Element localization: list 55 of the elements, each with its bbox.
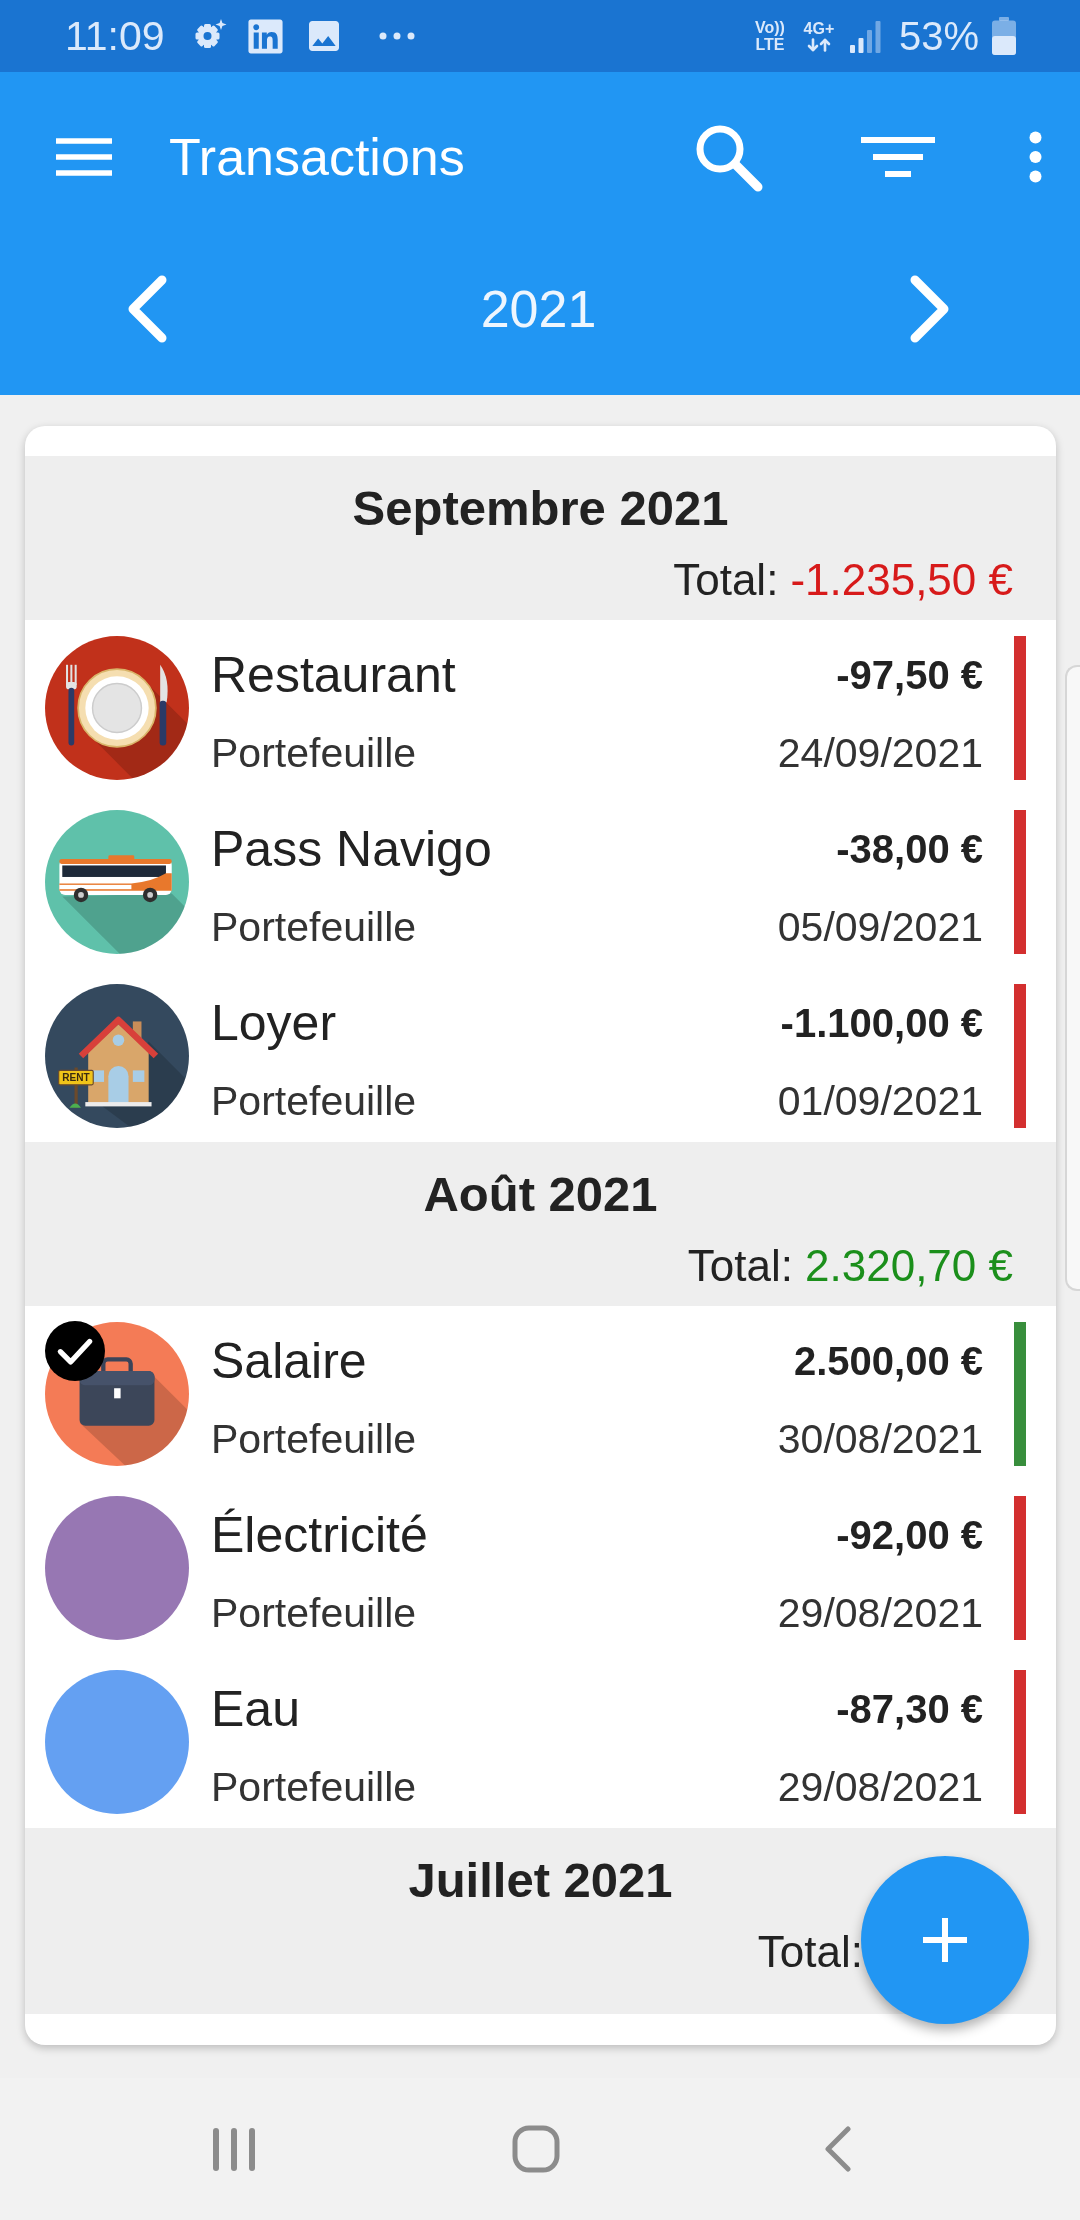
total-label: Total:: [673, 554, 779, 606]
transaction-name[interactable]: Salaire: [211, 1331, 367, 1391]
year-label: 2021: [480, 278, 597, 340]
screen-title: Transactions: [169, 127, 465, 188]
transaction-amount: -92,00 €: [836, 1512, 983, 1559]
transaction-date: 29/08/2021: [777, 1589, 983, 1638]
transaction-name[interactable]: Électricité: [211, 1505, 428, 1565]
chevron-left-icon[interactable]: [126, 274, 168, 343]
transaction-date: 29/08/2021: [777, 1763, 983, 1812]
transaction-amount: -87,30 €: [836, 1686, 983, 1733]
month-title: Août 2021: [423, 1166, 658, 1223]
recent-apps-icon[interactable]: [213, 2127, 255, 2171]
scrollbar-thumb[interactable]: [1065, 665, 1080, 1291]
transaction-amount: -97,50 €: [836, 652, 983, 699]
in-logo-icon: [245, 16, 285, 56]
filter-icon[interactable]: [861, 135, 935, 179]
transaction-name[interactable]: Restaurant: [211, 645, 456, 705]
account-name: Portefeuille: [211, 729, 417, 778]
account-name: Portefeuille: [211, 1415, 417, 1464]
transaction-name[interactable]: Eau: [211, 1679, 300, 1739]
back-icon[interactable]: [824, 2126, 852, 2172]
total-label: Total:: [757, 1926, 863, 1978]
month-title: Septembre 2021: [352, 480, 729, 537]
account-name: Portefeuille: [211, 1077, 417, 1126]
data-arrows-icon: [806, 38, 831, 52]
plus-icon: [923, 1918, 967, 1962]
more-vert-icon[interactable]: [1028, 131, 1042, 183]
total-amount: -1.235,50 €: [790, 554, 1013, 606]
home-icon[interactable]: [512, 2125, 560, 2173]
transaction-date: 05/09/2021: [777, 903, 983, 952]
account-name: Portefeuille: [211, 903, 417, 952]
total-amount: 2.320,70 €: [805, 1240, 1013, 1292]
transaction-amount: 2.500,00 €: [793, 1338, 983, 1385]
account-name: Portefeuille: [211, 1589, 417, 1638]
signal-icon: [849, 19, 881, 53]
transaction-name[interactable]: Pass Navigo: [211, 819, 492, 879]
total-label: Total:: [687, 1240, 794, 1292]
battery-percent: 53%: [898, 13, 979, 59]
transaction-date: 01/09/2021: [777, 1077, 983, 1126]
transaction-date: 30/08/2021: [777, 1415, 983, 1464]
transaction-date: 24/09/2021: [777, 729, 983, 778]
network-label: Vo)): [754, 19, 785, 36]
account-name: Portefeuille: [211, 1763, 417, 1812]
transaction-amount: -38,00 €: [836, 826, 983, 873]
network-label: 4G+: [803, 20, 835, 37]
transaction-name[interactable]: Loyer: [211, 993, 337, 1053]
menu-icon[interactable]: [56, 137, 112, 177]
month-title: Juillet 2021: [408, 1852, 673, 1909]
battery-icon: [992, 17, 1016, 55]
status-time: 11:09: [65, 13, 165, 59]
network-label: LTE: [755, 36, 785, 53]
checkmark-icon: [45, 1321, 105, 1381]
more-dots-icon: [378, 32, 415, 40]
chevron-right-icon[interactable]: [909, 274, 951, 343]
transaction-amount: -1.100,00 €: [780, 1000, 983, 1047]
